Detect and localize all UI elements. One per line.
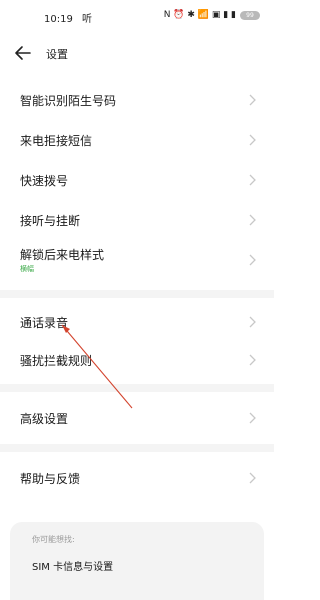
chevron-right-icon xyxy=(249,472,256,484)
menu-item-label: 高级设置 xyxy=(20,412,69,426)
section-divider xyxy=(0,444,274,452)
chevron-right-icon xyxy=(249,214,256,226)
menu-item-speed-dial[interactable]: 快速拨号 xyxy=(0,158,274,198)
chevron-right-icon xyxy=(249,316,256,328)
page-title: 设置 xyxy=(46,48,68,61)
menu-item-smart-id[interactable]: 智能识别陌生号码 xyxy=(0,78,274,118)
menu-item-label: 接听与挂断 xyxy=(20,214,81,228)
chevron-right-icon xyxy=(249,174,256,186)
menu-item-label: 智能识别陌生号码 xyxy=(20,94,117,108)
menu-item-label: 通话录音 xyxy=(20,316,69,330)
menu-item-label: 快速拨号 xyxy=(20,174,69,188)
section-divider xyxy=(0,384,274,392)
menu-item-label: 来电拒接短信 xyxy=(20,134,93,148)
menu-item-answer-hangup[interactable]: 接听与挂断 xyxy=(0,198,274,238)
menu-item-block-rules[interactable]: 骚扰拦截规则 xyxy=(0,340,274,380)
suggestion-card: 你可能想找: SIM 卡信息与设置 xyxy=(10,522,264,600)
status-icons: N ⏰ ✱ 📶 ▣ ▮ ▮ 99 xyxy=(164,10,260,20)
menu-item-reject-sms[interactable]: 来电拒接短信 xyxy=(0,118,274,158)
section-divider xyxy=(0,290,274,298)
chevron-right-icon xyxy=(249,134,256,146)
menu-item-value: 横幅 xyxy=(20,265,34,273)
suggestion-title: 你可能想找: xyxy=(32,535,75,544)
menu-item-help-feedback[interactable]: 帮助与反馈 xyxy=(0,458,274,498)
menu-item-unlock-call-style[interactable]: 解锁后来电样式 横幅 xyxy=(0,238,274,286)
status-time: 10:19 听 xyxy=(44,14,93,25)
status-bar: 10:19 听 N ⏰ ✱ 📶 ▣ ▮ ▮ 99 xyxy=(0,0,274,28)
battery-icon: 99 xyxy=(240,10,260,20)
header: 设置 xyxy=(0,38,274,68)
chevron-right-icon xyxy=(249,254,256,266)
menu-item-label: 帮助与反馈 xyxy=(20,472,81,486)
menu-item-call-recording[interactable]: 通话录音 xyxy=(0,302,274,342)
chevron-right-icon xyxy=(249,412,256,424)
suggestion-sim-settings-link[interactable]: SIM 卡信息与设置 xyxy=(32,558,113,573)
back-arrow-icon[interactable] xyxy=(14,44,32,62)
status-indicator-icons: N ⏰ ✱ 📶 ▣ ▮ ▮ xyxy=(163,10,236,20)
menu-item-label: 骚扰拦截规则 xyxy=(20,354,93,368)
chevron-right-icon xyxy=(249,354,256,366)
menu-item-advanced-settings[interactable]: 高级设置 xyxy=(0,398,274,438)
chevron-right-icon xyxy=(249,94,256,106)
menu-item-label: 解锁后来电样式 xyxy=(20,248,105,262)
